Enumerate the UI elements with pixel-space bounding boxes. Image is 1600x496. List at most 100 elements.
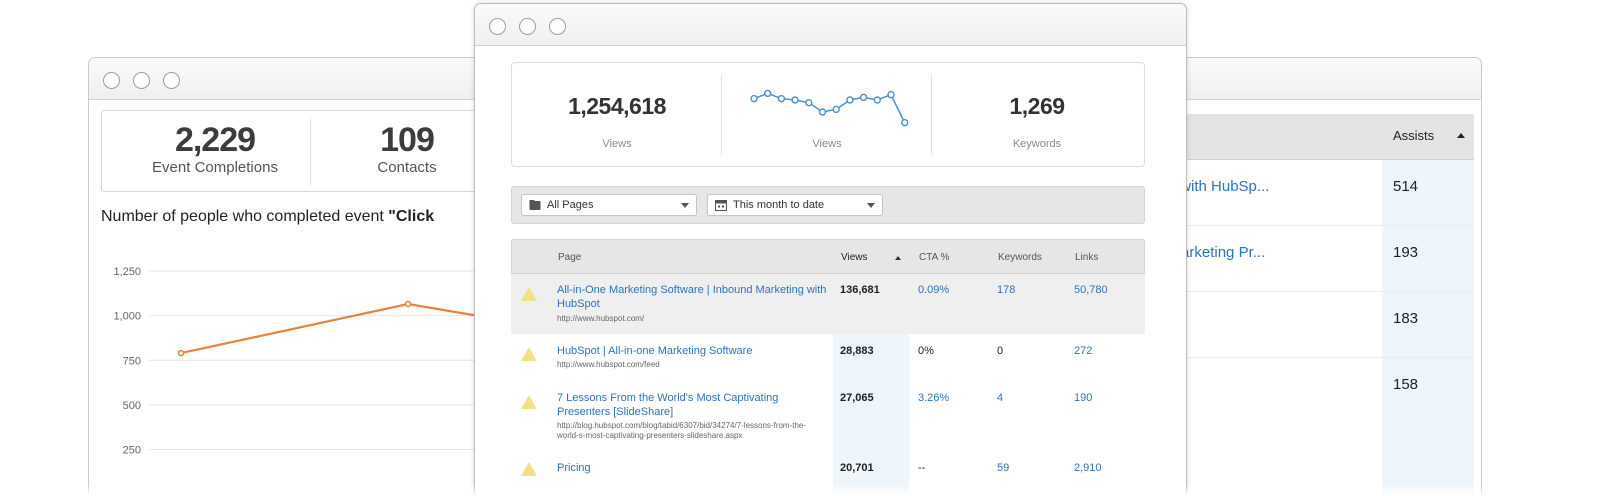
page-performance-window: 1,254,618 Views Views 1,269 Keywords All… [474, 3, 1187, 496]
sparkline-point[interactable] [873, 96, 882, 104]
links-value[interactable]: 190 [1074, 392, 1092, 404]
date-range-select[interactable]: This month to date [707, 194, 883, 216]
sparkline-point[interactable] [900, 118, 909, 127]
warning-icon [521, 287, 537, 301]
chart-title-text: Number of people who completed event [101, 208, 389, 225]
sparkline-label: Views [812, 138, 842, 150]
y-tick-label: 500 [123, 400, 141, 412]
column-header-keywords[interactable]: Keywords [998, 252, 1042, 263]
page-title-link[interactable]: Pricing [557, 461, 827, 475]
page-title-link[interactable]: All-in-One Marketing Software | Inbound … [557, 283, 827, 311]
page-title-link[interactable]: HubSpot | All-in-one Marketing Software [557, 344, 827, 358]
sparkline-point[interactable] [859, 93, 868, 102]
calendar-icon [715, 200, 727, 211]
column-header-links[interactable]: Links [1075, 252, 1098, 263]
pages-filter-select[interactable]: All Pages [521, 194, 697, 216]
window-titlebar [89, 58, 507, 100]
links-value[interactable]: 50,780 [1074, 284, 1108, 296]
keywords-value[interactable]: 4 [997, 392, 1003, 404]
window-minimize-button[interactable] [519, 18, 536, 35]
column-header-page[interactable]: Page [558, 252, 581, 263]
kpi-value: 1,254,618 [568, 93, 666, 119]
column-header-views[interactable]: Views [841, 252, 868, 263]
y-tick-label: 750 [123, 355, 141, 367]
keywords-value[interactable]: 59 [997, 462, 1009, 474]
window-titlebar [475, 4, 1186, 46]
cta-value[interactable]: 3.26% [918, 392, 949, 404]
views-value: 20,701 [840, 462, 874, 474]
page-url: http://www.hubspot.com/ [557, 314, 645, 323]
table-header: Page Views CTA % Keywords Links [511, 239, 1145, 274]
links-value[interactable]: 272 [1074, 345, 1092, 357]
window-zoom-button[interactable] [163, 72, 180, 89]
window-zoom-button[interactable] [549, 18, 566, 35]
cta-value: -- [918, 462, 926, 474]
assists-value: 514 [1393, 178, 1419, 195]
sparkline-point[interactable] [846, 96, 854, 104]
table-row[interactable]: Pricing 20,701 -- 59 2,910 [511, 449, 1145, 489]
table-row[interactable]: HubSpot | All-in-one Marketing Software … [511, 334, 1145, 379]
sparkline-line [753, 92, 906, 123]
event-stats-panel: 2,229 Event Completions 109 Contacts [101, 110, 501, 192]
assists-value: 193 [1393, 244, 1419, 261]
assists-value: 158 [1393, 376, 1419, 393]
views-value: 27,065 [840, 392, 874, 404]
page-performance-table: Page Views CTA % Keywords Links All-in-O… [511, 239, 1145, 496]
window-minimize-button[interactable] [133, 72, 150, 89]
table-row[interactable]: 7 Lessons From the World's Most Captivat… [511, 379, 1145, 449]
kpi-summary-panel: 1,254,618 Views Views 1,269 Keywords [511, 62, 1145, 167]
kpi-label: Keywords [1012, 138, 1062, 150]
event-report-window: 2,229 Event Completions 109 Contacts Num… [88, 57, 508, 496]
links-value[interactable]: 2,910 [1074, 462, 1102, 474]
kpi-label: Views [602, 138, 632, 150]
keywords-value[interactable]: 178 [997, 284, 1015, 296]
stat-divider [310, 119, 311, 185]
sparkline-point[interactable] [887, 90, 895, 99]
data-point[interactable] [177, 349, 185, 357]
table-row[interactable]: All-in-One Marketing Software | Inbound … [511, 274, 1145, 334]
chevron-down-icon [867, 203, 875, 208]
sparkline-point[interactable] [818, 108, 827, 116]
stat-label: Event Completions [152, 159, 278, 176]
views-sparkline [750, 89, 909, 127]
stat-value: 109 [380, 121, 435, 159]
sort-ascending-icon[interactable] [1457, 133, 1465, 138]
pages-filter-value: All Pages [547, 199, 594, 211]
window-close-button[interactable] [489, 18, 506, 35]
views-value: 136,681 [840, 284, 880, 296]
sparkline-point[interactable] [750, 94, 758, 103]
cta-value[interactable]: 0.09% [918, 284, 949, 296]
y-tick-label: 1,250 [113, 266, 141, 278]
kpi-keywords: 1,269 Keywords [932, 93, 1142, 150]
sparkline-point[interactable] [777, 94, 786, 103]
data-point[interactable] [404, 300, 412, 308]
sparkline-point[interactable] [764, 89, 772, 98]
window-close-button[interactable] [103, 72, 120, 89]
chevron-down-icon [681, 203, 689, 208]
chart-title-event: "Click [388, 208, 435, 225]
page-url: http://www.hubspot.com/feed [557, 360, 660, 369]
kpi-views: 1,254,618 Views [512, 93, 722, 150]
stat-event-completions: 2,229 Event Completions [120, 121, 310, 177]
sparkline-point[interactable] [832, 105, 840, 114]
warning-icon [521, 462, 537, 476]
y-tick-label: 250 [123, 445, 141, 457]
bottom-fade [0, 484, 1600, 496]
page-url: http://blog.hubspot.com/blog/tabid/6307/… [557, 421, 807, 440]
views-value: 28,883 [840, 345, 874, 357]
page-title-link[interactable]: 7 Lessons From the World's Most Captivat… [557, 391, 827, 419]
event-completions-line-chart: 1,250 1,000 750 500 250 [113, 266, 507, 457]
sort-ascending-icon[interactable] [895, 256, 901, 260]
warning-icon [521, 347, 537, 361]
column-header-cta[interactable]: CTA % [919, 252, 949, 263]
sparkline-point[interactable] [805, 98, 813, 107]
warning-icon [521, 395, 537, 409]
column-header-assists[interactable]: Assists [1393, 128, 1434, 143]
sparkline-point[interactable] [791, 96, 799, 104]
date-range-value: This month to date [733, 199, 825, 211]
chart-title: Number of people who completed event "Cl… [101, 208, 434, 226]
stat-value: 2,229 [174, 121, 256, 159]
kpi-value: 1,269 [1009, 93, 1065, 119]
stat-label: Contacts [377, 159, 437, 176]
assists-value: 183 [1393, 310, 1419, 327]
